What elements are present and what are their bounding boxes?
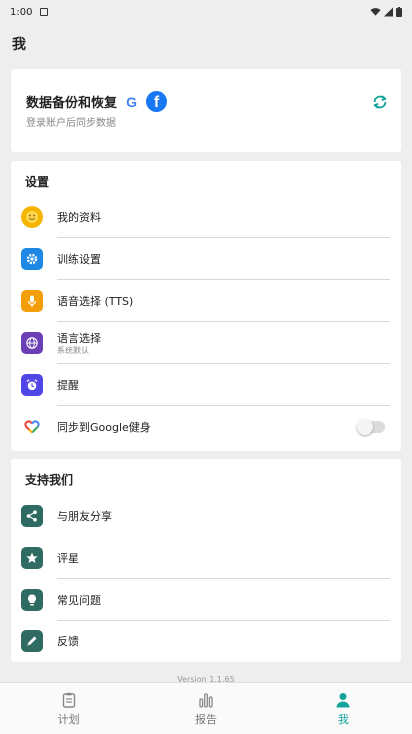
nav-tab-report[interactable]: 报告 — [137, 683, 274, 734]
settings-card: 设置 我的资料 训练设置 语音选择 (TTS) 语言选择 系统默认 提醒 同步到… — [11, 161, 401, 451]
backup-title: 数据备份和恢复 — [26, 96, 118, 111]
microphone-icon — [21, 290, 43, 312]
nav-tab-me[interactable]: 我 — [275, 683, 412, 734]
support-item-label: 常见问题 — [57, 594, 101, 607]
wifi-icon — [370, 8, 381, 16]
support-title: 支持我们 — [25, 473, 74, 487]
settings-item-training[interactable]: 训练设置 — [11, 238, 401, 280]
nav-label: 报告 — [194, 712, 217, 726]
settings-item-label: 语音选择 (TTS) — [57, 295, 134, 308]
lightbulb-icon — [21, 589, 43, 611]
support-card: 支持我们 与朋友分享 评星 常见问题 反馈 — [11, 459, 401, 662]
battery-icon — [396, 7, 402, 17]
facebook-logo-icon[interactable]: f — [146, 91, 168, 112]
backup-subtitle: 登录账户后同步数据 — [26, 118, 116, 129]
settings-item-profile[interactable]: 我的资料 — [11, 196, 401, 238]
settings-item-label: 提醒 — [57, 379, 79, 392]
support-item-faq[interactable]: 常见问题 — [11, 579, 401, 621]
bar-chart-icon — [199, 692, 213, 708]
nav-label: 我 — [337, 712, 349, 726]
google-fit-toggle[interactable] — [357, 419, 385, 435]
support-item-label: 与朋友分享 — [57, 510, 112, 523]
settings-title: 设置 — [25, 175, 50, 189]
star-icon — [21, 547, 43, 569]
clipboard-icon — [62, 692, 75, 708]
support-item-share[interactable]: 与朋友分享 — [11, 495, 401, 537]
nav-tab-plan[interactable]: 计划 — [0, 683, 137, 734]
signal-icon — [384, 7, 393, 17]
person-icon — [336, 692, 350, 707]
notification-icon — [40, 8, 49, 16]
settings-item-label: 语言选择 — [57, 332, 101, 345]
support-item-feedback[interactable]: 反馈 — [11, 620, 401, 662]
pencil-icon — [21, 630, 43, 652]
bottom-nav: 计划 报告 我 — [0, 682, 412, 734]
settings-item-label: 训练设置 — [57, 253, 101, 266]
status-bar: 1:00 — [0, 0, 412, 24]
smiley-icon — [21, 206, 43, 228]
backup-card[interactable]: 数据备份和恢复 G f 登录账户后同步数据 — [11, 69, 401, 152]
settings-item-label: 我的资料 — [57, 211, 101, 224]
google-fit-icon — [21, 416, 43, 438]
settings-item-reminder[interactable]: 提醒 — [11, 364, 401, 406]
settings-item-google-fit[interactable]: 同步到Google健身 — [11, 406, 401, 448]
status-time: 1:00 — [10, 6, 33, 18]
support-item-label: 评星 — [57, 552, 79, 565]
sync-icon[interactable] — [371, 93, 389, 111]
share-icon — [21, 505, 43, 527]
settings-item-sublabel: 系统默认 — [57, 346, 89, 355]
settings-item-voice[interactable]: 语音选择 (TTS) — [11, 280, 401, 322]
support-item-label: 反馈 — [57, 635, 79, 648]
nav-label: 计划 — [57, 712, 80, 726]
gear-icon — [21, 248, 43, 270]
toggle-knob — [357, 419, 373, 435]
settings-item-language[interactable]: 语言选择 系统默认 — [11, 322, 401, 364]
support-item-rate[interactable]: 评星 — [11, 537, 401, 579]
globe-icon — [21, 332, 43, 354]
google-logo-icon[interactable]: G — [123, 93, 140, 110]
page-title: 我 — [12, 37, 26, 53]
alarm-clock-icon — [21, 374, 43, 396]
settings-item-label: 同步到Google健身 — [57, 421, 151, 434]
